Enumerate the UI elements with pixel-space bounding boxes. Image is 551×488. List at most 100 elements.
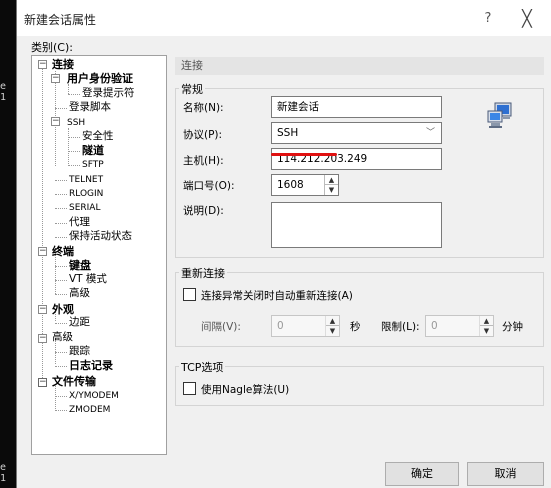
help-button[interactable]: ? <box>474 6 502 32</box>
auto-reconnect-checkbox[interactable] <box>183 288 196 301</box>
port-label: 端口号(O): <box>183 180 235 192</box>
limit-input[interactable]: 0 ▲ ▼ <box>425 315 494 337</box>
host-label: 主机(H): <box>183 155 224 167</box>
tree-item-rlogin[interactable]: RLOGIN <box>69 188 103 201</box>
interval-unit: 秒 <box>350 321 361 333</box>
description-textarea[interactable] <box>271 202 442 248</box>
tree-connector <box>55 352 67 353</box>
description-label: 说明(D): <box>183 205 224 217</box>
interval-value: 0 <box>277 320 284 332</box>
tree-connector <box>55 410 67 411</box>
tree-connector <box>55 280 67 281</box>
cancel-button[interactable]: 取消 <box>467 462 544 486</box>
network-computer-icon <box>486 101 516 131</box>
tree-item-advanced[interactable]: 高级 <box>52 331 73 344</box>
tree-connector <box>55 294 67 295</box>
tree-connector <box>68 151 80 152</box>
tree-item-telnet[interactable]: TELNET <box>69 174 103 187</box>
title-bar: 新建会话属性 ? ╳ <box>17 0 551 36</box>
close-button[interactable]: ╳ <box>512 6 542 32</box>
tree-connector <box>55 396 67 397</box>
tree-item-sftp[interactable]: SFTP <box>82 159 104 172</box>
tree-connector <box>55 208 67 209</box>
interval-spinner[interactable]: ▲ ▼ <box>325 316 339 336</box>
reconnect-caption: 重新连接 <box>179 265 227 281</box>
tree-connector <box>55 323 67 324</box>
session-properties-dialog: 新建会话属性 ? ╳ 类别(C): − − − − − − − 连接 用户身份验… <box>16 0 551 488</box>
nagle-checkbox[interactable] <box>183 382 196 395</box>
tree-connector <box>68 128 69 164</box>
tree-item-xymodem[interactable]: X/YMODEM <box>69 390 119 403</box>
tree-item-appearance[interactable]: 外观 <box>52 303 74 316</box>
tree-item-file-transfer[interactable]: 文件传输 <box>52 375 96 388</box>
tree-item-serial[interactable]: SERIAL <box>69 202 100 215</box>
collapse-icon[interactable]: − <box>51 117 60 126</box>
tree-item-logging[interactable]: 日志记录 <box>69 359 113 372</box>
collapse-icon[interactable]: − <box>38 60 47 69</box>
collapse-icon[interactable]: − <box>38 378 47 387</box>
collapse-icon[interactable]: − <box>38 247 47 256</box>
host-input[interactable]: 114.212.203.249 <box>271 148 442 170</box>
tree-item-authentication[interactable]: 用户身份验证 <box>67 72 133 85</box>
tree-item-terminal[interactable]: 终端 <box>52 245 74 258</box>
tree-connector <box>55 180 67 181</box>
tree-connector <box>55 266 67 267</box>
tree-item-security[interactable]: 安全性 <box>82 130 114 143</box>
tree-item-vt-modes[interactable]: VT 模式 <box>69 273 107 286</box>
spin-up-icon[interactable]: ▲ <box>480 316 493 326</box>
tree-item-connection[interactable]: 连接 <box>52 58 74 71</box>
spin-down-icon[interactable]: ▼ <box>325 185 338 195</box>
tree-item-login-script[interactable]: 登录脚本 <box>69 101 111 114</box>
name-label: 名称(N): <box>183 102 224 114</box>
tree-connector <box>55 108 67 109</box>
tree-connector <box>55 237 67 238</box>
tree-connector <box>55 366 67 367</box>
tree-item-login-prompts[interactable]: 登录提示符 <box>82 87 135 100</box>
spin-up-icon[interactable]: ▲ <box>326 316 339 326</box>
port-spinner[interactable]: ▲ ▼ <box>324 175 338 195</box>
spin-down-icon[interactable]: ▼ <box>480 326 493 336</box>
collapse-icon[interactable]: − <box>51 74 60 83</box>
tree-connector <box>68 165 80 166</box>
background-terminal: e 1 e 1 <box>0 0 16 488</box>
dialog-title: 新建会话属性 <box>24 13 97 27</box>
tree-item-tunneling[interactable]: 隧道 <box>82 144 104 157</box>
tree-item-keyboard[interactable]: 键盘 <box>69 259 91 272</box>
tree-item-zmodem[interactable]: ZMODEM <box>69 404 110 417</box>
port-value: 1608 <box>277 179 304 191</box>
tree-item-margins[interactable]: 边距 <box>69 316 90 329</box>
category-label: 类别(C): <box>31 41 73 54</box>
collapse-icon[interactable]: − <box>38 334 47 343</box>
tree-item-terminal-advanced[interactable]: 高级 <box>69 287 90 300</box>
nagle-label[interactable]: 使用Nagle算法(U) <box>201 382 289 397</box>
tree-connector <box>68 94 80 95</box>
spin-up-icon[interactable]: ▲ <box>325 175 338 185</box>
protocol-select[interactable]: SSH ﹀ <box>271 122 442 144</box>
chevron-down-icon: ﹀ <box>425 128 435 138</box>
port-input[interactable]: 1608 ▲ ▼ <box>271 174 339 196</box>
category-tree[interactable]: − − − − − − − 连接 用户身份验证 登录提示符 登录脚本 SSH 安… <box>31 55 167 455</box>
limit-label: 限制(L): <box>381 321 420 333</box>
tree-connector <box>55 223 67 224</box>
tree-item-ssh[interactable]: SSH <box>67 117 85 130</box>
auto-reconnect-label[interactable]: 连接异常关闭时自动重新连接(A) <box>201 288 353 303</box>
collapse-icon[interactable]: − <box>38 305 47 314</box>
limit-unit: 分钟 <box>502 321 523 333</box>
ok-button[interactable]: 确定 <box>385 462 459 486</box>
tree-item-proxy[interactable]: 代理 <box>69 216 90 229</box>
name-input[interactable]: 新建会话 <box>271 96 442 118</box>
terminal-text: e 1 <box>0 462 7 484</box>
tree-connector <box>68 84 69 94</box>
limit-value: 0 <box>431 320 438 332</box>
tree-item-trace[interactable]: 跟踪 <box>69 345 90 358</box>
redaction-mark <box>271 153 337 156</box>
interval-label: 间隔(V): <box>201 321 241 333</box>
tree-item-keep-alive[interactable]: 保持活动状态 <box>69 230 132 243</box>
interval-input[interactable]: 0 ▲ ▼ <box>271 315 340 337</box>
limit-spinner[interactable]: ▲ ▼ <box>479 316 493 336</box>
protocol-label: 协议(P): <box>183 129 223 141</box>
tree-connector <box>55 194 67 195</box>
spin-down-icon[interactable]: ▼ <box>326 326 339 336</box>
section-title: 连接 <box>175 57 544 75</box>
tree-connector <box>68 137 80 138</box>
